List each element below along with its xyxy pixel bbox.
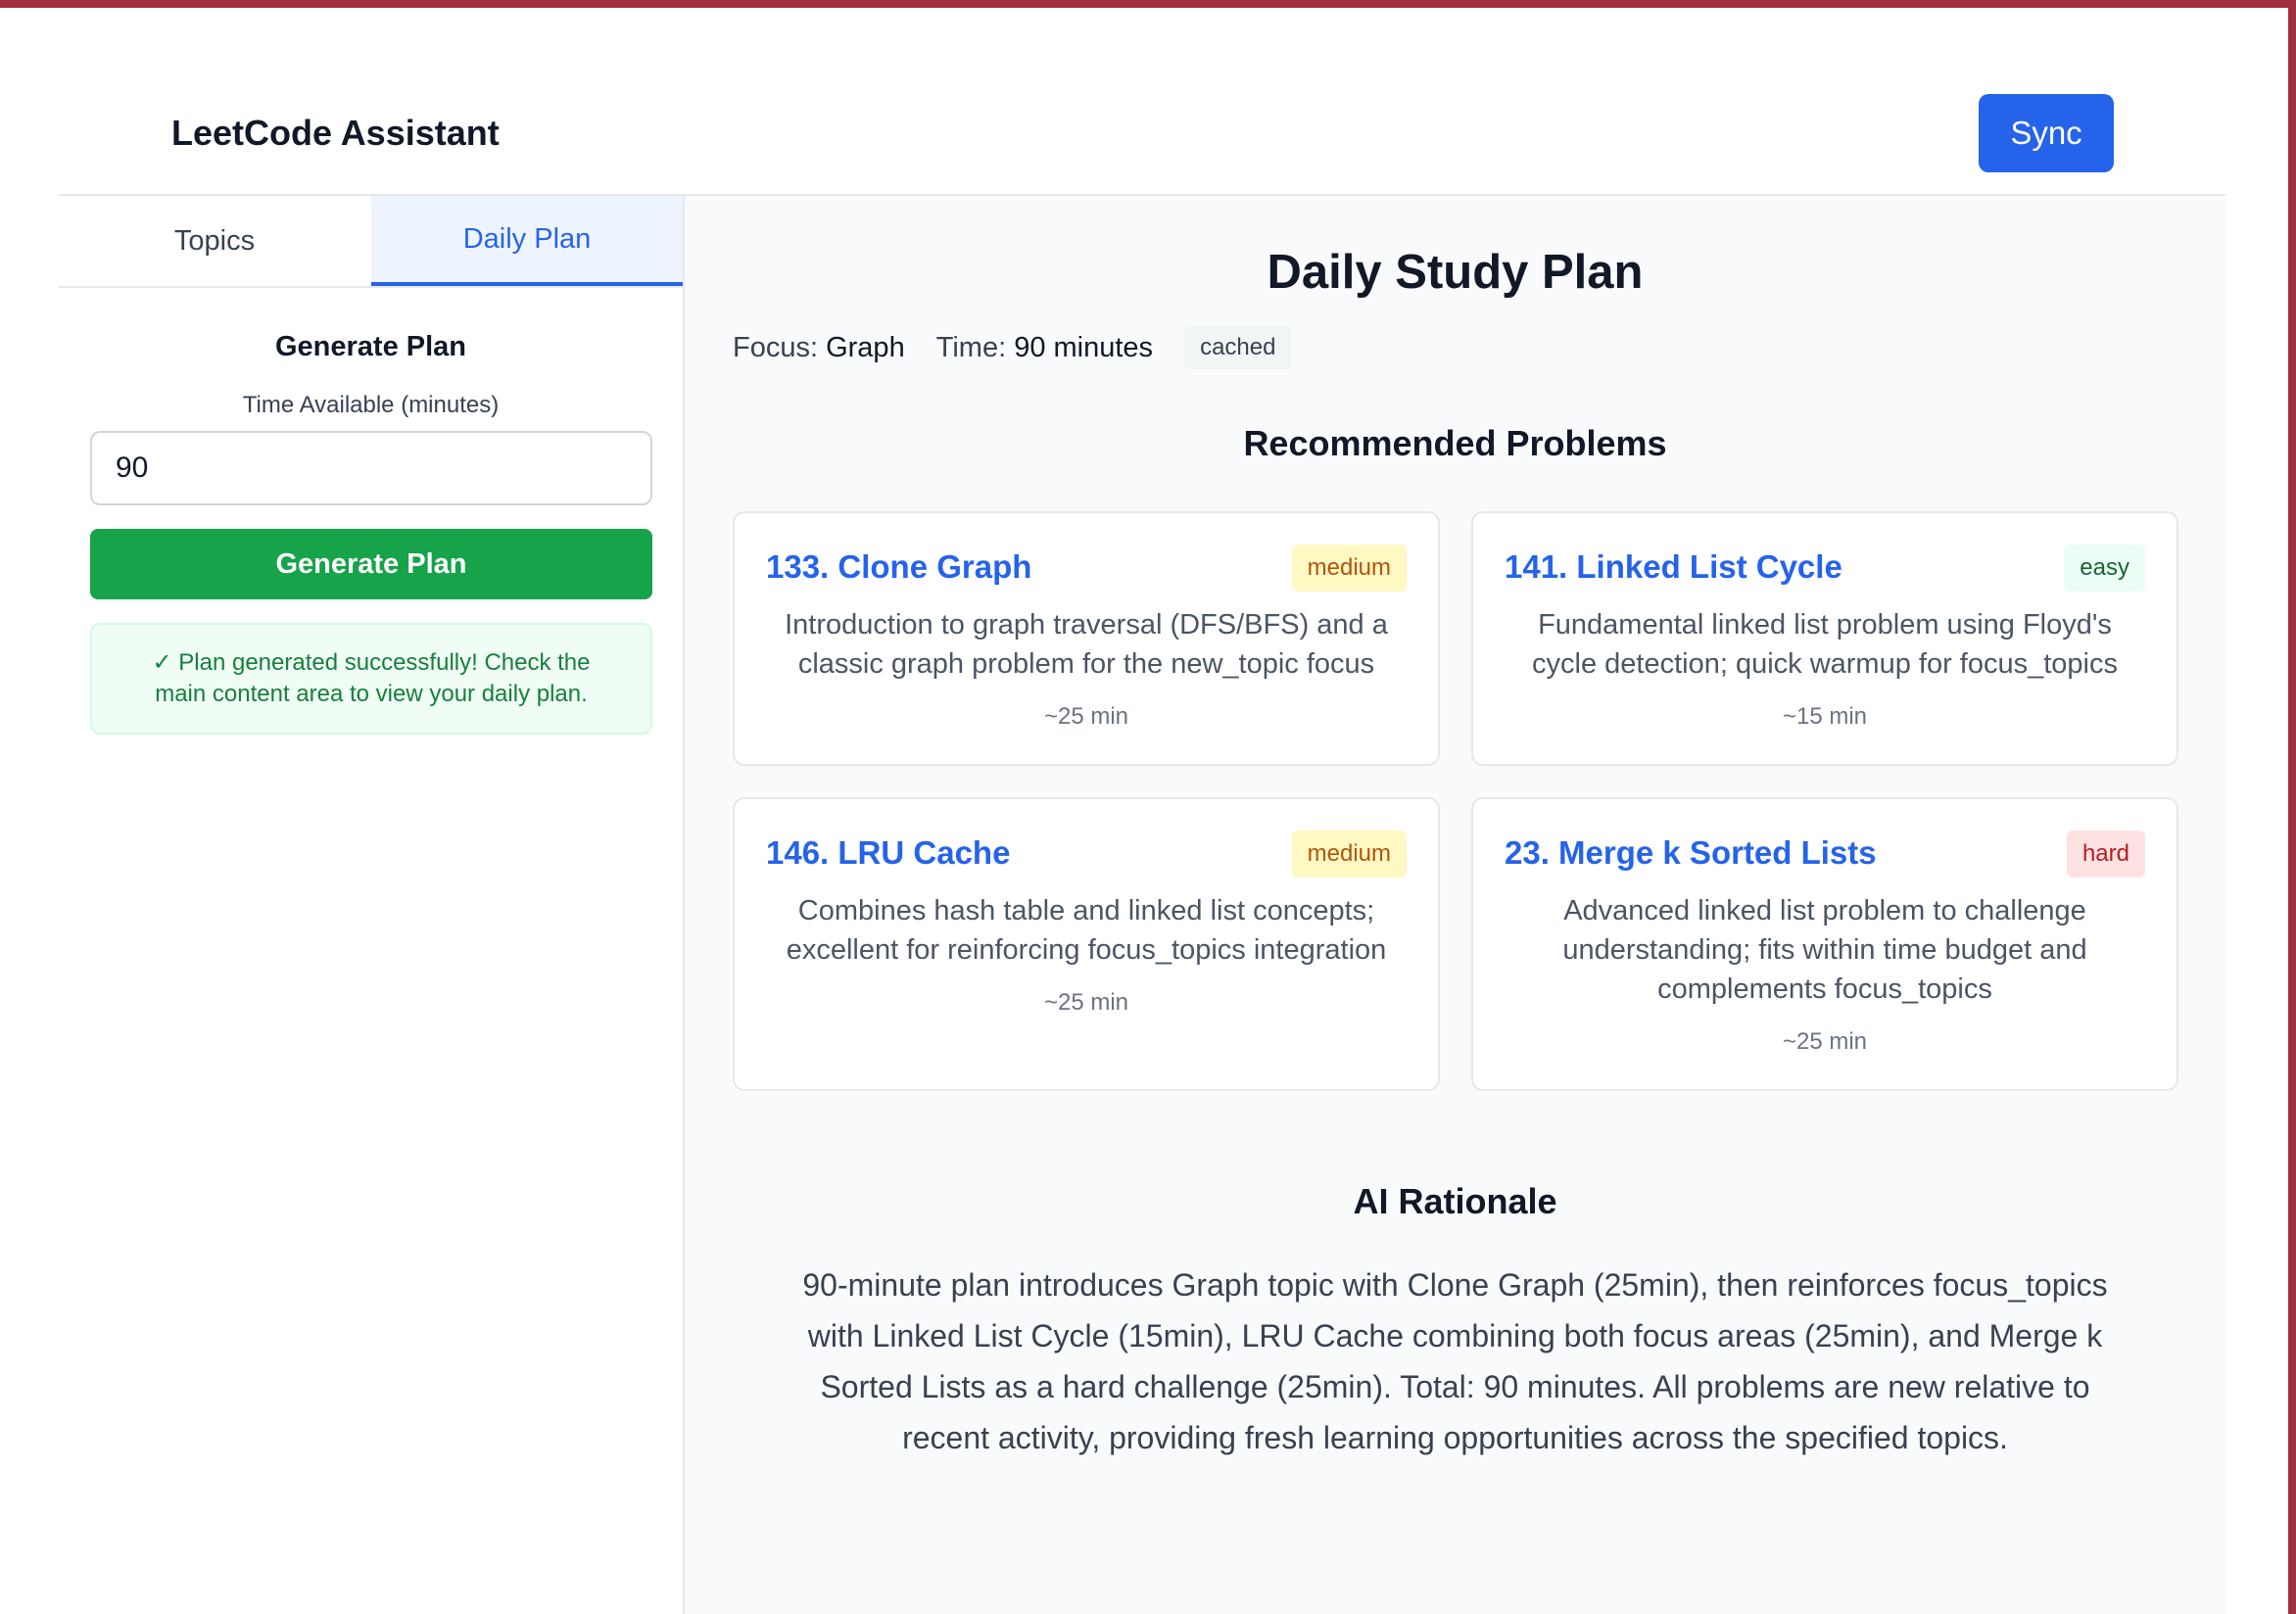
focus-label: Focus: (733, 331, 819, 363)
problem-card[interactable]: 133. Clone Graph medium Introduction to … (733, 511, 1440, 766)
problem-time-estimate: ~15 min (1782, 703, 1868, 730)
problem-card[interactable]: 141. Linked List Cycle easy Fundamental … (1471, 511, 2178, 766)
generate-plan-heading: Generate Plan (274, 331, 467, 362)
sidebar-tabs: Topics Daily Plan (59, 196, 683, 288)
status-badge: cached (1184, 326, 1292, 369)
window-top-border (0, 0, 2296, 8)
problem-card[interactable]: 23. Merge k Sorted Lists hard Advanced l… (1471, 797, 2178, 1091)
main-content: Daily Study Plan Focus: Graph Time: 90 m… (685, 196, 2225, 1614)
difficulty-badge: medium (1291, 545, 1407, 592)
problem-card[interactable]: 146. LRU Cache medium Combines hash tabl… (733, 797, 1440, 1091)
focus-value: Graph (826, 331, 905, 363)
app-header: LeetCode Assistant Sync (59, 8, 2225, 196)
app-title: LeetCode Assistant (171, 113, 500, 153)
problem-time-estimate: ~25 min (1043, 989, 1129, 1016)
generate-plan-button[interactable]: Generate Plan (90, 529, 652, 599)
problem-time-estimate: ~25 min (1043, 703, 1129, 730)
page-title: Daily Study Plan (1267, 246, 1644, 299)
problem-description: Advanced linked list problem to challeng… (1562, 895, 2087, 1005)
time-value: 90 minutes (1014, 331, 1154, 363)
app-container: LeetCode Assistant Sync Topics Daily Pla… (59, 8, 2225, 1614)
success-message: ✓ Plan generated successfully! Check the… (90, 623, 652, 735)
window-right-border (2288, 0, 2296, 1614)
time-available-input[interactable] (90, 431, 652, 505)
tab-daily-plan[interactable]: Daily Plan (371, 196, 683, 286)
time-available-label: Time Available (minutes) (242, 392, 500, 418)
ai-rationale-text: 90-minute plan introduces Graph topic wi… (802, 1267, 2108, 1455)
tab-topics[interactable]: Topics (59, 196, 370, 286)
time-label: Time: (935, 331, 1007, 363)
problem-title-link[interactable]: 133. Clone Graph (766, 548, 1031, 586)
problem-description: Combines hash table and linked list conc… (786, 895, 1387, 966)
ai-rationale-heading: AI Rationale (1353, 1181, 1557, 1221)
plan-meta: Focus: Graph Time: 90 minutes cached (733, 323, 1292, 372)
problem-title-link[interactable]: 23. Merge k Sorted Lists (1505, 834, 1877, 872)
difficulty-badge: medium (1291, 831, 1407, 878)
problem-time-estimate: ~25 min (1782, 1028, 1868, 1055)
problem-description: Introduction to graph traversal (DFS/BFS… (785, 609, 1388, 680)
difficulty-badge: easy (2064, 545, 2145, 592)
problem-title-link[interactable]: 146. LRU Cache (766, 834, 1010, 872)
problem-title-link[interactable]: 141. Linked List Cycle (1505, 548, 1842, 586)
sidebar: Topics Daily Plan Generate Plan Time Ava… (59, 196, 685, 1614)
sync-button[interactable]: Sync (1979, 94, 2114, 172)
difficulty-badge: hard (2066, 831, 2145, 878)
recommended-problems-heading: Recommended Problems (1243, 423, 1667, 463)
problem-description: Fundamental linked list problem using Fl… (1532, 609, 2118, 680)
